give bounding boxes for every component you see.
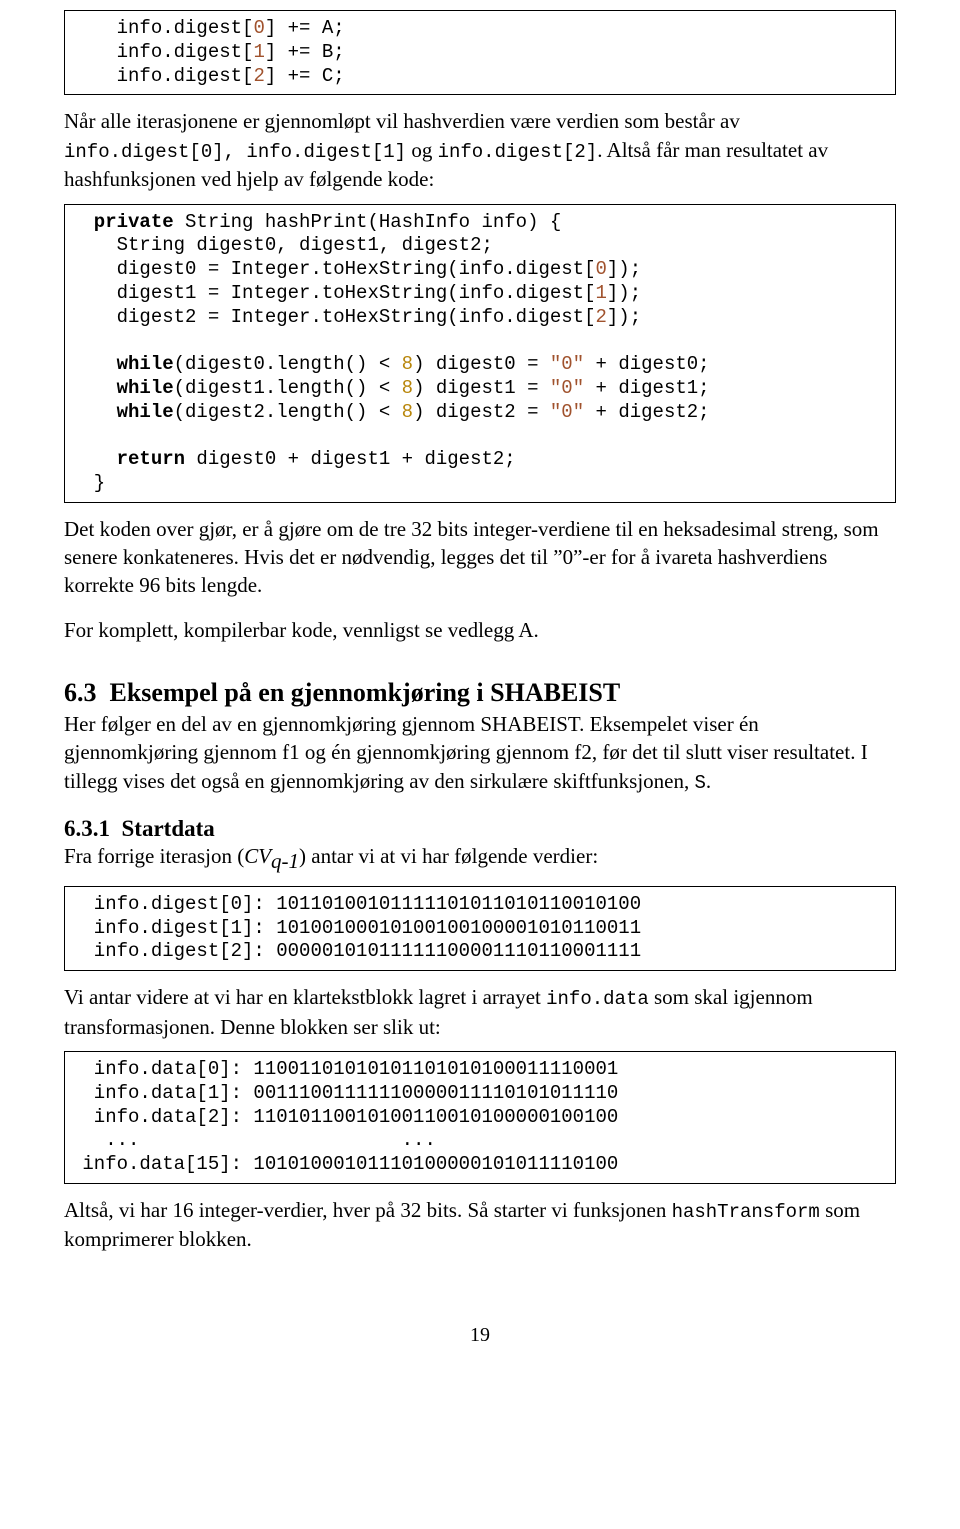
code-line: while(digest0.length() < 8) digest0 = "0… xyxy=(71,353,889,377)
code-line: info.data[2]: 11010110010100110010100000… xyxy=(71,1106,889,1130)
body-paragraph: Altså, vi har 16 integer-verdier, hver p… xyxy=(64,1196,896,1254)
body-paragraph: Vi antar videre at vi har en klartekstbl… xyxy=(64,983,896,1041)
code-line: info.data[0]: 11001101010101101010100011… xyxy=(71,1058,889,1082)
code-line: while(digest2.length() < 8) digest2 = "0… xyxy=(71,401,889,425)
subsection-heading: 6.3.1 Startdata xyxy=(64,816,896,842)
code-line xyxy=(71,329,889,353)
code-line: digest1 = Integer.toHexString(info.diges… xyxy=(71,282,889,306)
code-line: info.digest[2]: 000001010111111000011101… xyxy=(71,940,889,964)
code-line: info.digest[1] += B; xyxy=(71,41,889,65)
body-paragraph: For komplett, kompilerbar kode, vennligs… xyxy=(64,616,896,644)
code-block-digest-values: info.digest[0]: 101101001011111010110101… xyxy=(64,886,896,971)
code-line: ... ... xyxy=(71,1129,889,1153)
code-line: digest0 = Integer.toHexString(info.diges… xyxy=(71,258,889,282)
code-line: info.digest[2] += C; xyxy=(71,65,889,89)
code-line: info.data[15]: 1010100010111010000010101… xyxy=(71,1153,889,1177)
code-block-data-values: info.data[0]: 11001101010101101010100011… xyxy=(64,1051,896,1184)
code-line: info.data[1]: 00111001111110000011110101… xyxy=(71,1082,889,1106)
body-paragraph: Fra forrige iterasjon (CVq-1) antar vi a… xyxy=(64,842,896,876)
code-line xyxy=(71,424,889,448)
body-paragraph: Når alle iterasjonene er gjennomløpt vil… xyxy=(64,107,896,193)
code-line: info.digest[0]: 101101001011111010110101… xyxy=(71,893,889,917)
code-line: return digest0 + digest1 + digest2; xyxy=(71,448,889,472)
code-line: while(digest1.length() < 8) digest1 = "0… xyxy=(71,377,889,401)
code-line: String digest0, digest1, digest2; xyxy=(71,234,889,258)
page-number: 19 xyxy=(64,1324,896,1347)
body-paragraph: Her følger en del av en gjennomkjøring g… xyxy=(64,710,896,796)
code-line: private String hashPrint(HashInfo info) … xyxy=(71,211,889,235)
code-block-digest-accumulate: info.digest[0] += A; info.digest[1] += B… xyxy=(64,10,896,95)
code-line: info.digest[1]: 101001000101001001000010… xyxy=(71,917,889,941)
code-line: info.digest[0] += A; xyxy=(71,17,889,41)
code-line: } xyxy=(71,472,889,496)
body-paragraph: Det koden over gjør, er å gjøre om de tr… xyxy=(64,515,896,600)
section-heading: 6.3 Eksempel på en gjennomkjøring i SHAB… xyxy=(64,678,896,708)
code-line: digest2 = Integer.toHexString(info.diges… xyxy=(71,306,889,330)
code-block-hashprint: private String hashPrint(HashInfo info) … xyxy=(64,204,896,503)
